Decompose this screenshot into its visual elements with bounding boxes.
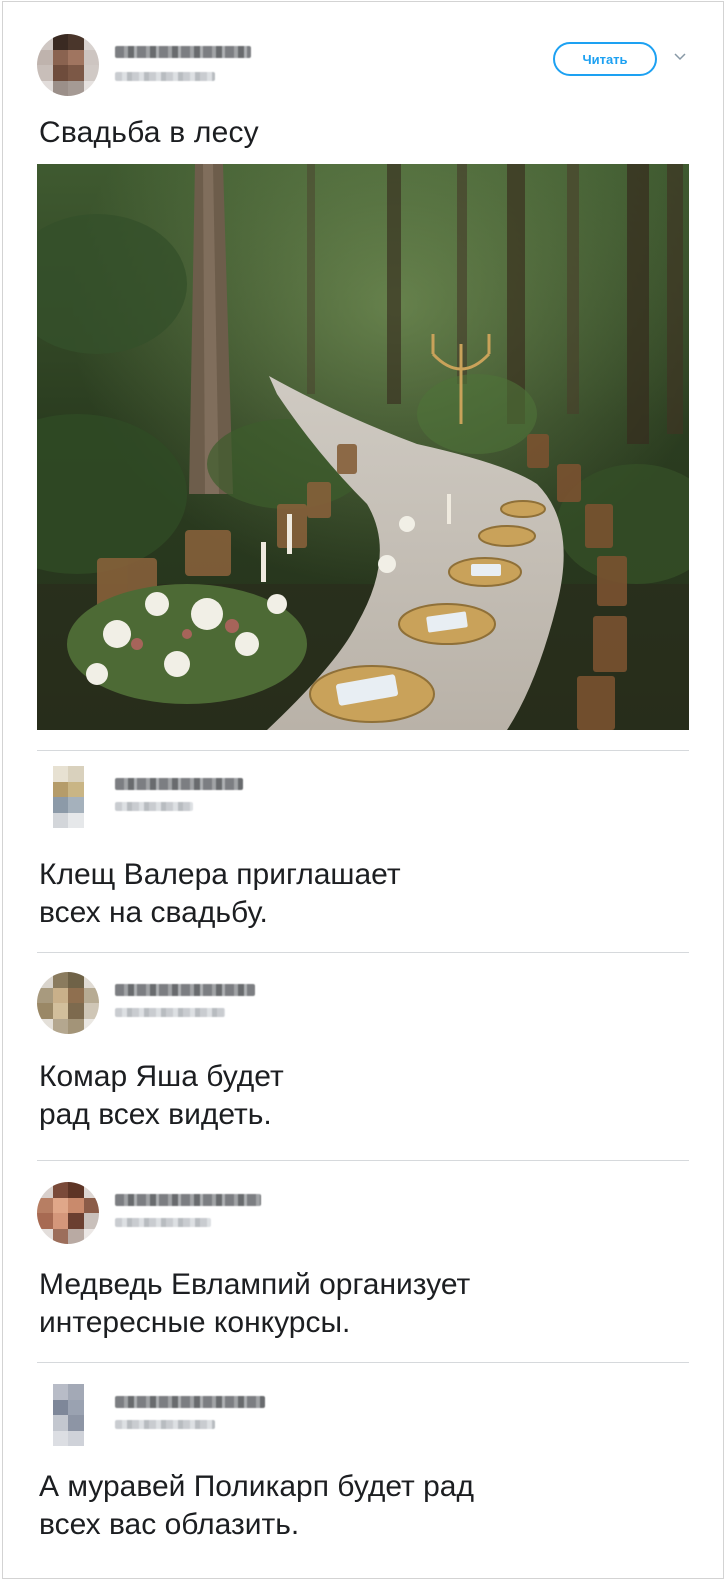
reply-name-redacted[interactable] (115, 1194, 261, 1206)
forest-wedding-image (37, 164, 689, 730)
reply-handle-redacted (115, 1218, 211, 1227)
reply-handle-redacted (115, 1008, 225, 1017)
reply-text: Клещ Валера приглашает всех на свадьбу. (39, 858, 401, 929)
reply-text: Комар Яша будет рад всех видеть. (39, 1060, 284, 1131)
reply-avatar[interactable] (37, 766, 99, 828)
chevron-down-icon[interactable] (673, 50, 687, 64)
reply-avatar[interactable] (37, 972, 99, 1034)
author-name-redacted[interactable] (115, 46, 251, 58)
tweet-photo[interactable] (37, 164, 689, 730)
reply-1[interactable]: Клещ Валера приглашает всех на свадьбу. (37, 766, 689, 936)
follow-button[interactable]: Читать (553, 42, 657, 76)
author-handle-redacted (115, 72, 215, 81)
reply-avatar[interactable] (37, 1182, 99, 1244)
reply-text: А муравей Поликарп будет рад всех вас об… (39, 1470, 474, 1541)
reply-name-redacted[interactable] (115, 1396, 265, 1408)
divider (37, 1362, 689, 1363)
tweet-screenshot: Читать Свадьба в лесу Клещ Валера пригла… (2, 1, 724, 1579)
tweet-text: Свадьба в лесу (39, 116, 259, 149)
reply-2[interactable]: Комар Яша будет рад всех видеть. (37, 972, 689, 1142)
reply-name-redacted[interactable] (115, 778, 243, 790)
reply-3[interactable]: Медведь Евлампий организует интересные к… (37, 1182, 689, 1352)
divider (37, 1160, 689, 1161)
reply-handle-redacted (115, 802, 193, 811)
reply-handle-redacted (115, 1420, 215, 1429)
reply-avatar[interactable] (37, 1384, 99, 1446)
tweet-header: Читать (37, 34, 697, 104)
reply-text: Медведь Евлампий организует интересные к… (39, 1268, 471, 1339)
reply-name-redacted[interactable] (115, 984, 255, 996)
divider (37, 952, 689, 953)
reply-4[interactable]: А муравей Поликарп будет рад всех вас об… (37, 1384, 689, 1574)
author-avatar[interactable] (37, 34, 99, 96)
divider (37, 750, 689, 751)
